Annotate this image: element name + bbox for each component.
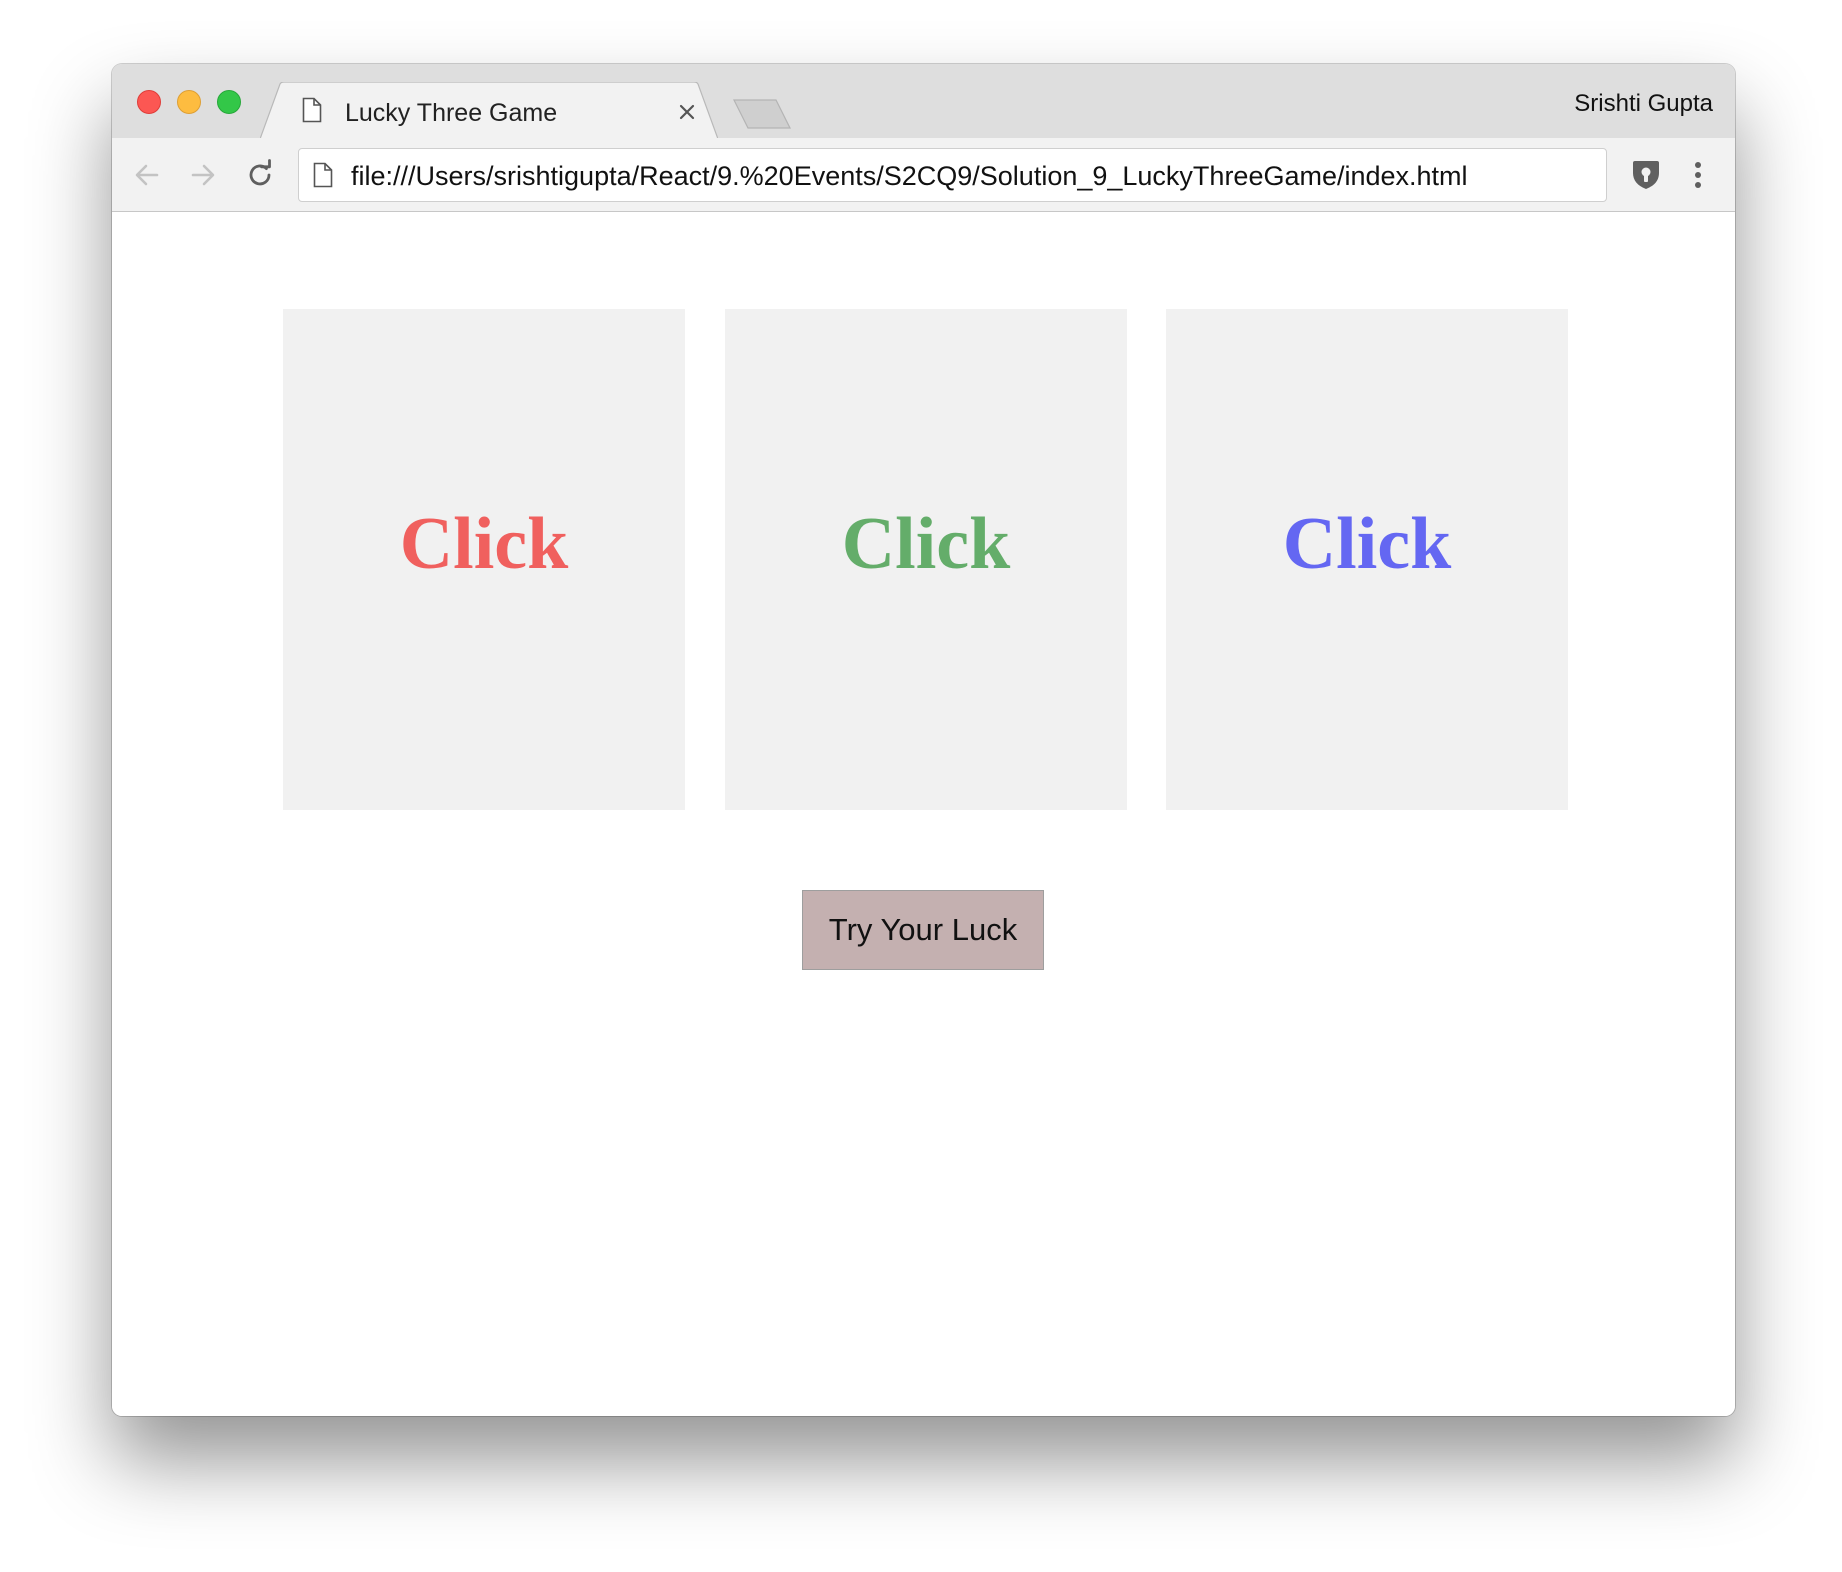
kebab-menu-icon[interactable]	[1686, 157, 1710, 193]
profile-name[interactable]: Srishti Gupta	[1574, 90, 1713, 118]
document-icon	[302, 97, 322, 128]
back-arrow-icon[interactable]	[130, 158, 164, 192]
tab-title: Lucky Three Game	[345, 99, 558, 127]
page-content: Click Click Click Try Your Luck	[112, 212, 1735, 1416]
card-click-label: Click	[1282, 503, 1452, 585]
new-tab-button[interactable]	[732, 98, 792, 135]
reload-icon[interactable]	[243, 158, 277, 192]
close-icon[interactable]	[675, 100, 699, 124]
lucky-card-1[interactable]: Click	[283, 309, 685, 810]
lucky-card-2[interactable]: Click	[725, 309, 1127, 810]
browser-toolbar: file:///Users/srishtigupta/React/9.%20Ev…	[112, 138, 1735, 212]
url-text[interactable]: file:///Users/srishtigupta/React/9.%20Ev…	[351, 161, 1468, 192]
minimize-window-button[interactable]	[177, 90, 201, 114]
lucky-card-3[interactable]: Click	[1166, 309, 1568, 810]
shield-extension-icon[interactable]	[1628, 157, 1664, 193]
title-bar: Lucky Three Game Srishti Gupta	[112, 64, 1735, 139]
browser-window: Lucky Three Game Srishti Gupta file:///U…	[112, 64, 1735, 1416]
address-bar[interactable]: file:///Users/srishtigupta/React/9.%20Ev…	[298, 148, 1607, 202]
try-your-luck-button[interactable]: Try Your Luck	[802, 890, 1044, 970]
maximize-window-button[interactable]	[217, 90, 241, 114]
close-window-button[interactable]	[137, 90, 161, 114]
document-icon	[313, 162, 333, 193]
forward-arrow-icon[interactable]	[186, 158, 220, 192]
browser-tab-active[interactable]: Lucky Three Game	[260, 82, 718, 139]
card-click-label: Click	[841, 503, 1011, 585]
card-click-label: Click	[399, 503, 569, 585]
